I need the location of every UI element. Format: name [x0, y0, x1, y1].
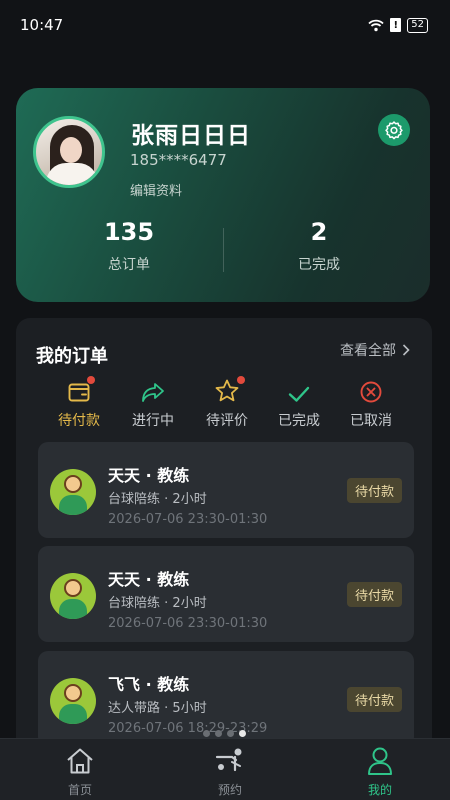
person-icon: [368, 747, 392, 775]
order-service: 台球陪练: [108, 492, 161, 507]
status-badge: 待付款: [346, 582, 402, 607]
status-icons: ! 52: [368, 17, 428, 33]
stat-value: 135: [103, 218, 155, 246]
share-arrow-icon: [142, 383, 164, 402]
view-all-label: 查看全部: [340, 343, 396, 359]
check-icon: [288, 386, 310, 402]
status-time: 10:47: [20, 16, 64, 34]
cancel-circle-icon: [360, 381, 382, 403]
wallet-icon: [68, 383, 90, 402]
chevron-right-icon: [402, 344, 410, 356]
gear-icon: [385, 121, 403, 140]
order-card[interactable]: 天天 · 教练 台球陪练 · 2小时 2026-07-06 23:30-01:3…: [38, 546, 414, 642]
status-bar: 10:47 ! 52: [0, 0, 450, 50]
tab-label: 已完成: [278, 413, 320, 429]
order-description: 台球陪练 · 2小时: [108, 492, 207, 507]
view-all-link[interactable]: 查看全部: [340, 340, 410, 360]
wifi-icon: [368, 19, 384, 31]
nav-label: 预约: [217, 783, 242, 797]
tab-cancelled[interactable]: 已取消: [334, 376, 408, 430]
tab-label: 进行中: [132, 413, 174, 429]
coach-avatar: [50, 573, 96, 619]
orders-title: 我的订单: [36, 346, 108, 367]
tab-label: 待付款: [58, 413, 100, 429]
star-icon: [215, 379, 239, 402]
tab-pending-payment[interactable]: 待付款: [42, 376, 116, 430]
page-indicator: [203, 730, 246, 737]
user-phone: 185****6477: [130, 151, 227, 169]
user-name: 张雨日日日: [131, 123, 251, 149]
nav-home[interactable]: 首页: [35, 745, 125, 798]
profile-stats: 135 总订单 2 已完成: [16, 218, 430, 278]
order-coach-name: 天天 · 教练: [108, 466, 190, 485]
tab-label: 已取消: [350, 413, 392, 429]
avatar[interactable]: [33, 116, 105, 188]
status-badge: 待付款: [346, 687, 402, 712]
order-duration: 5小时: [172, 701, 207, 716]
coach-avatar: [50, 469, 96, 515]
billiards-icon: [215, 748, 242, 772]
nav-label: 首页: [67, 783, 92, 797]
status-badge: 待付款: [346, 478, 402, 503]
order-service: 达人带路: [108, 701, 161, 716]
settings-button[interactable]: [378, 114, 410, 146]
bottom-nav: 首页 预约 我的: [0, 738, 450, 800]
stat-label: 已完成: [298, 257, 340, 273]
order-time: 2026-07-06 23:30-01:30: [108, 512, 268, 527]
order-description: 台球陪练 · 2小时: [108, 596, 207, 611]
order-coach-name: 天天 · 教练: [108, 570, 190, 589]
tab-label: 待评价: [206, 413, 248, 429]
nav-label: 我的: [367, 783, 392, 797]
tab-to-review[interactable]: 待评价: [190, 376, 264, 430]
stat-total-orders[interactable]: 135 总订单: [29, 218, 229, 274]
order-status-tabs: 待付款 进行中 待评价 已完成 已取消: [16, 376, 432, 432]
order-description: 达人带路 · 5小时: [108, 701, 207, 716]
profile-card: 张雨日日日 185****6477 编辑资料 135 总订单 2 已完成: [16, 88, 430, 302]
my-orders-panel: 我的订单 查看全部 待付款 进行中 待评价 已完成 已取消 天天 · 教练 台球…: [16, 318, 432, 758]
tab-completed[interactable]: 已完成: [262, 376, 336, 430]
alert-icon: !: [390, 18, 402, 32]
order-duration: 2小时: [172, 596, 207, 611]
order-coach-name: 飞飞 · 教练: [108, 675, 190, 694]
battery-icon: 52: [407, 17, 428, 33]
stat-value: 2: [310, 218, 328, 246]
order-duration: 2小时: [172, 492, 207, 507]
order-service: 台球陪练: [108, 596, 161, 611]
tab-in-progress[interactable]: 进行中: [116, 376, 190, 430]
edit-profile-link[interactable]: 编辑资料: [130, 180, 182, 199]
nav-booking[interactable]: 预约: [185, 745, 275, 798]
stat-completed[interactable]: 2 已完成: [219, 218, 419, 274]
stat-label: 总订单: [108, 257, 150, 273]
order-time: 2026-07-06 23:30-01:30: [108, 616, 268, 631]
home-icon: [67, 748, 93, 774]
coach-avatar: [50, 678, 96, 724]
order-card[interactable]: 天天 · 教练 台球陪练 · 2小时 2026-07-06 23:30-01:3…: [38, 442, 414, 538]
nav-mine[interactable]: 我的: [335, 745, 425, 798]
